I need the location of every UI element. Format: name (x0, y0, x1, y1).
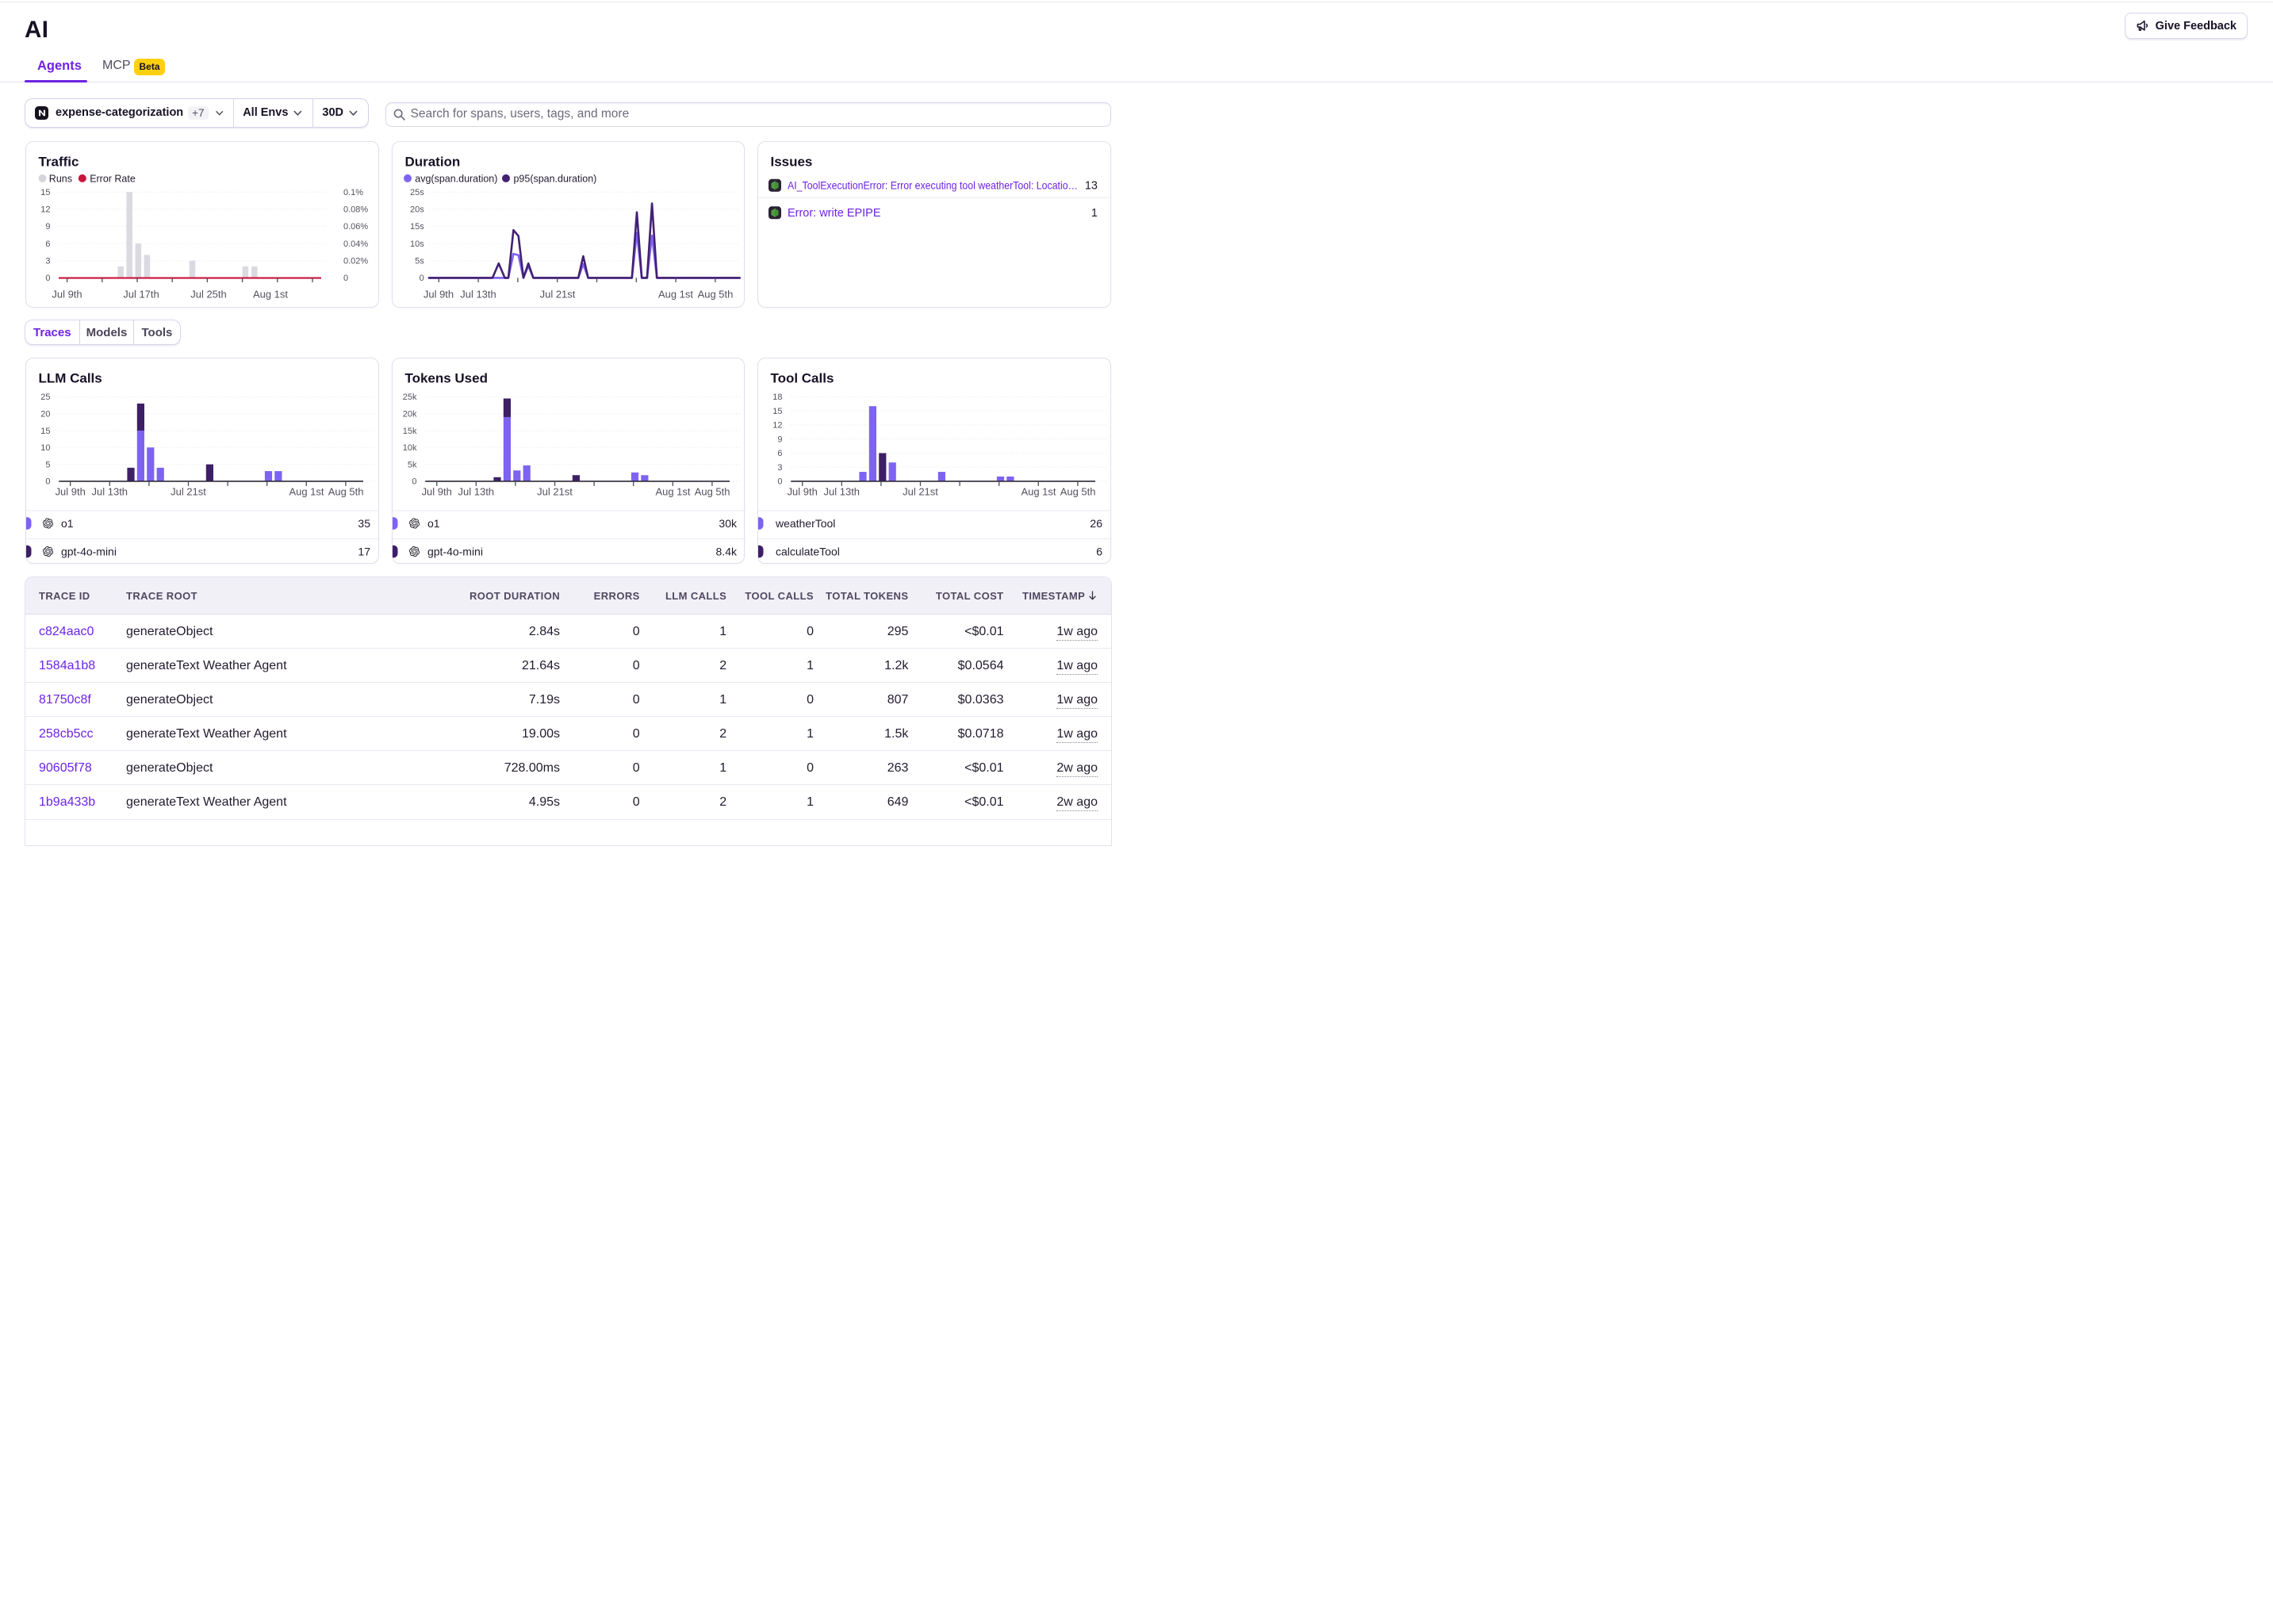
svg-text:Jul 21st: Jul 21st (171, 485, 206, 497)
svg-text:17: 17 (358, 545, 370, 557)
svg-text:Duration: Duration (404, 154, 460, 169)
svg-text:3: 3 (45, 256, 50, 266)
svg-text:26: 26 (1091, 517, 1103, 530)
svg-text:10: 10 (40, 443, 50, 453)
svg-text:Jul 13th: Jul 13th (458, 485, 493, 497)
svg-text:5: 5 (45, 460, 50, 469)
svg-text:Jul 13th: Jul 13th (460, 288, 496, 300)
svg-text:Jul 21st: Jul 21st (903, 485, 938, 497)
svg-text:o1: o1 (61, 517, 74, 530)
svg-text:o1: o1 (427, 517, 440, 530)
svg-text:Error: write EPIPE: Error: write EPIPE (788, 207, 881, 220)
svg-text:15: 15 (40, 188, 50, 197)
svg-text:Runs: Runs (49, 174, 72, 185)
svg-text:weatherTool: weatherTool (775, 517, 835, 530)
svg-text:0.08%: 0.08% (343, 205, 368, 215)
svg-text:0: 0 (343, 274, 348, 283)
svg-text:25s: 25s (410, 188, 424, 197)
svg-text:0.06%: 0.06% (343, 222, 368, 232)
svg-text:0: 0 (419, 274, 424, 283)
svg-text:Jul 13th: Jul 13th (824, 485, 860, 497)
svg-text:Aug 5th: Aug 5th (328, 485, 364, 497)
svg-text:10s: 10s (410, 239, 424, 249)
svg-text:35: 35 (358, 517, 370, 530)
svg-text:Aug 1st: Aug 1st (658, 288, 693, 300)
svg-text:12: 12 (773, 421, 783, 431)
svg-text:20: 20 (40, 409, 50, 419)
svg-text:8.4k: 8.4k (715, 545, 737, 557)
svg-text:avg(span.duration): avg(span.duration) (415, 174, 497, 185)
svg-text:gpt-4o-mini: gpt-4o-mini (427, 545, 483, 557)
svg-text:Aug 1st: Aug 1st (253, 288, 288, 300)
svg-text:Aug 1st: Aug 1st (655, 485, 690, 497)
svg-text:Jul 13th: Jul 13th (92, 485, 128, 497)
svg-text:30k: 30k (719, 517, 738, 530)
svg-text:AI_ToolExecutionError: Error e: AI_ToolExecutionError: Error executing t… (788, 178, 1078, 191)
svg-text:Traffic: Traffic (39, 154, 79, 169)
svg-text:Aug 1st: Aug 1st (1022, 485, 1056, 497)
svg-text:LLM Calls: LLM Calls (39, 370, 102, 385)
svg-text:1: 1 (1091, 207, 1098, 220)
svg-text:15k: 15k (402, 427, 416, 436)
svg-text:6: 6 (45, 239, 50, 249)
svg-text:Issues: Issues (771, 154, 813, 169)
svg-text:Error Rate: Error Rate (90, 174, 136, 185)
svg-text:9: 9 (45, 222, 50, 232)
svg-text:10k: 10k (402, 443, 416, 453)
svg-text:0: 0 (45, 274, 50, 283)
svg-text:Jul 9th: Jul 9th (424, 288, 454, 300)
svg-text:Aug 5th: Aug 5th (694, 485, 730, 497)
svg-text:Jul 17th: Jul 17th (123, 288, 159, 300)
svg-text:25: 25 (40, 393, 50, 402)
svg-text:12: 12 (40, 205, 50, 215)
svg-text:Jul 25th: Jul 25th (190, 288, 226, 300)
svg-text:Jul 9th: Jul 9th (52, 288, 82, 300)
svg-text:Jul 21st: Jul 21st (539, 288, 575, 300)
svg-text:15: 15 (773, 407, 783, 416)
svg-text:Aug 1st: Aug 1st (289, 485, 324, 497)
svg-text:gpt-4o-mini: gpt-4o-mini (61, 545, 117, 557)
svg-text:0: 0 (45, 477, 50, 487)
svg-text:0.02%: 0.02% (343, 256, 368, 266)
svg-text:Jul 9th: Jul 9th (788, 485, 818, 497)
svg-text:18: 18 (773, 393, 783, 402)
svg-text:9: 9 (778, 435, 783, 444)
svg-text:Aug 5th: Aug 5th (1060, 485, 1096, 497)
svg-text:20k: 20k (402, 409, 416, 419)
svg-text:0.1%: 0.1% (343, 188, 363, 197)
svg-text:Jul 9th: Jul 9th (421, 485, 451, 497)
svg-text:25k: 25k (402, 393, 416, 402)
svg-text:15s: 15s (410, 222, 424, 232)
svg-text:Jul 9th: Jul 9th (56, 485, 86, 497)
svg-text:6: 6 (778, 449, 783, 458)
svg-text:Tokens Used: Tokens Used (404, 370, 487, 385)
svg-text:5s: 5s (415, 256, 424, 266)
svg-text:5k: 5k (408, 460, 417, 469)
svg-text:15: 15 (40, 427, 50, 436)
svg-text:0: 0 (778, 477, 783, 487)
svg-text:3: 3 (778, 463, 783, 473)
svg-text:0.04%: 0.04% (343, 239, 368, 249)
svg-text:Tool Calls: Tool Calls (771, 370, 834, 385)
svg-text:13: 13 (1085, 179, 1098, 192)
svg-text:0: 0 (412, 477, 416, 487)
svg-text:Jul 21st: Jul 21st (537, 485, 573, 497)
svg-text:Aug 5th: Aug 5th (697, 288, 733, 300)
svg-text:calculateTool: calculateTool (776, 545, 840, 557)
svg-text:20s: 20s (410, 205, 424, 215)
svg-text:p95(span.duration): p95(span.duration) (513, 174, 596, 185)
svg-text:6: 6 (1097, 545, 1103, 557)
